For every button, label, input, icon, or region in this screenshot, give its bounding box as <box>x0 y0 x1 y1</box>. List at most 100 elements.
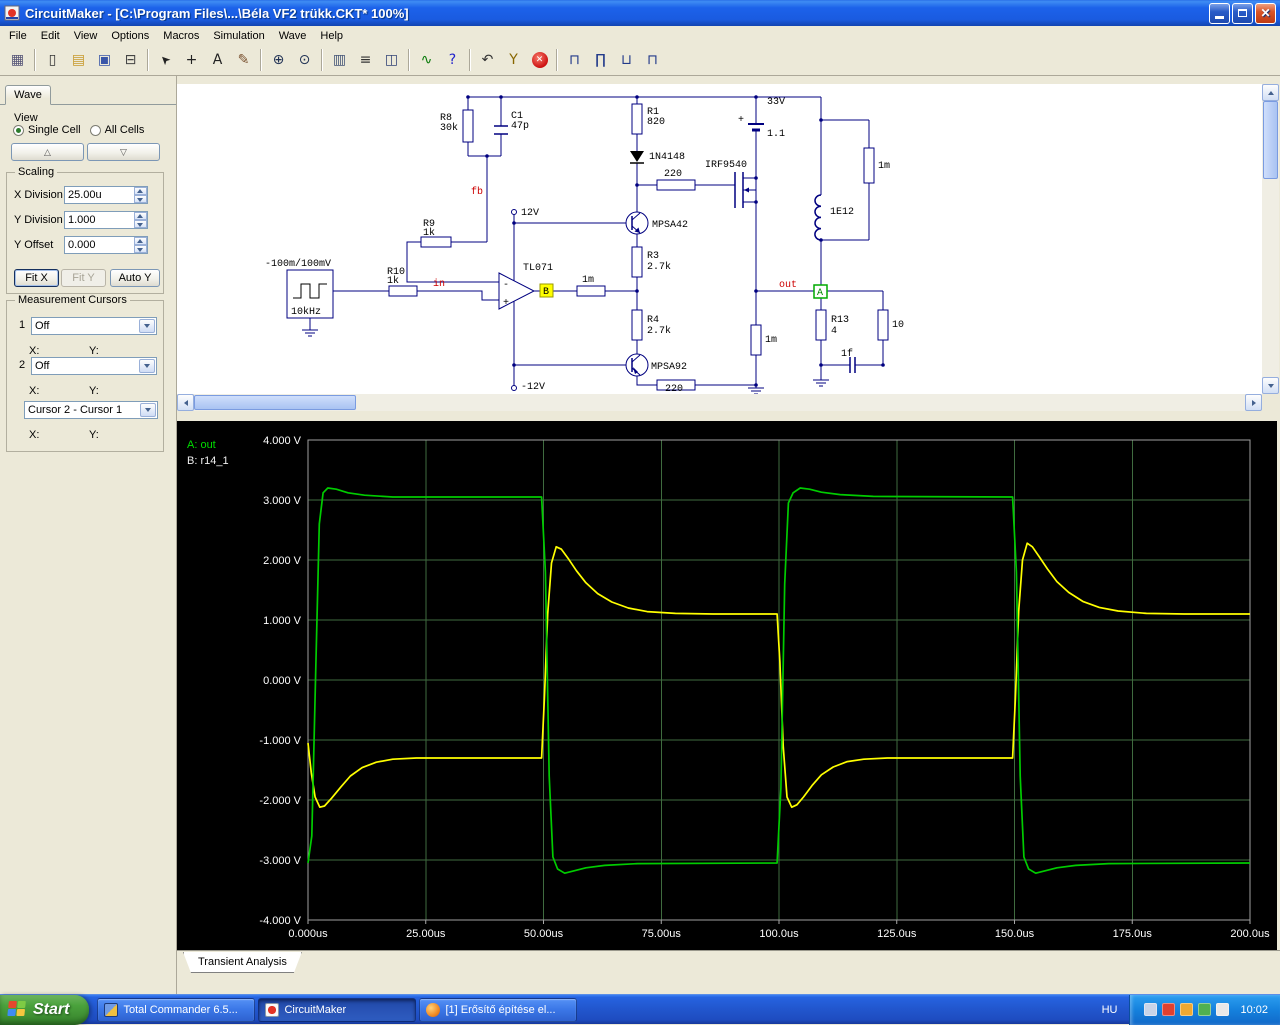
auto-y-button[interactable]: Auto Y <box>110 269 160 287</box>
toolbar-separator <box>260 49 262 71</box>
cursor-diff-dropdown-icon[interactable] <box>140 403 156 417</box>
start-label: Start <box>33 1000 70 1018</box>
scroll-down-arrow[interactable] <box>1262 377 1279 394</box>
close-button[interactable]: ✕ <box>1255 2 1276 24</box>
waveform-chart: 0.000us 25.00us 50.00us 75.00us 100.0us 125.0… <box>187 435 1270 940</box>
y-tick-label: 1.000 V <box>263 615 302 627</box>
menu-edit[interactable]: Edit <box>34 27 67 45</box>
title-bar: CircuitMaker - [C:\Program Files\...\Bél… <box>0 0 1280 26</box>
cursor-2-index: 2 <box>19 359 26 371</box>
digital-display-3-button[interactable]: ⊔ <box>614 48 639 72</box>
cell-up-button[interactable]: △ <box>11 143 84 161</box>
place-part-button[interactable]: + <box>179 48 204 72</box>
schematic-vertical-scrollbar[interactable] <box>1262 84 1279 394</box>
split-view-button[interactable]: ◫ <box>379 48 404 72</box>
tray-icon-4[interactable] <box>1198 1003 1212 1016</box>
restore-button[interactable] <box>1232 2 1253 24</box>
x-tick-label: 200.0us <box>1230 928 1270 940</box>
toolbar: ▦ ▯ ▤ ▣ ⊟ ➤ + A ✎ ⊕ ⊙ ▥ ≡ ◫ ∿? ↶ Y ✕ ⊓ ∏ ⊔ ⊓ <box>0 45 1280 76</box>
cursor-2-x-label: X: <box>29 385 40 397</box>
reset-button[interactable]: ↶ <box>475 48 500 72</box>
taskbar-button-circuitmaker[interactable]: CircuitMaker <box>258 997 417 1022</box>
browser-icon <box>426 1002 441 1017</box>
scroll-right-arrow[interactable] <box>1245 394 1262 411</box>
y-division-spin-down[interactable] <box>134 220 147 228</box>
plus-12v-terminal <box>511 209 517 215</box>
radio-all-cells[interactable]: All Cells <box>89 124 144 136</box>
horizontal-scroll-thumb[interactable] <box>194 395 356 410</box>
windows-logo-icon <box>7 1001 28 1018</box>
radio-single-cell[interactable]: Single Cell <box>13 124 81 136</box>
menu-wave[interactable]: Wave <box>272 27 314 45</box>
vertical-scroll-thumb[interactable] <box>1263 101 1278 179</box>
legend-b-r14-1: B: r14_1 <box>187 455 229 467</box>
zoom-in-out-icon: ⊕ <box>272 52 285 68</box>
fit-y-button: Fit Y <box>61 269 106 287</box>
cell-down-button[interactable]: ▽ <box>87 143 160 161</box>
tray-icon-3[interactable] <box>1180 1003 1194 1016</box>
taskbar: Start Total Commander 6.5... CircuitMaker… <box>0 994 1280 1025</box>
start-button[interactable]: Start <box>0 994 90 1025</box>
text-tool-button[interactable]: A <box>205 48 230 72</box>
cursor-2-dropdown-icon[interactable] <box>139 359 155 373</box>
taskbar-button-total-commander-6-5[interactable]: Total Commander 6.5... <box>97 997 256 1022</box>
fit-x-button[interactable]: Fit X <box>14 269 59 287</box>
scroll-left-arrow[interactable] <box>177 394 194 411</box>
digital-display-1-button[interactable]: ⊓ <box>562 48 587 72</box>
toolbar-separator <box>34 49 36 71</box>
components-button[interactable]: ▦ <box>5 48 30 72</box>
select-tool-button[interactable]: ➤ <box>153 48 178 72</box>
find-part-button[interactable]: ▥ <box>327 48 352 72</box>
tab-transient-analysis[interactable]: Transient Analysis <box>183 952 302 973</box>
digital-display-2-button[interactable]: ∏ <box>588 48 613 72</box>
tray-icon-1[interactable] <box>1144 1003 1158 1016</box>
schematic-label: 1m <box>878 161 890 172</box>
schematic-horizontal-scrollbar[interactable] <box>177 394 1262 411</box>
zoom-in-out-button[interactable]: ⊕ <box>266 48 291 72</box>
x-division-spin-down[interactable] <box>134 195 147 203</box>
wire-tool-button[interactable]: ✎ <box>231 48 256 72</box>
minimize-button[interactable] <box>1209 2 1230 24</box>
zoom-tool-button[interactable]: ⊙ <box>292 48 317 72</box>
schematic-label: - <box>503 280 509 291</box>
schematic-label: B <box>543 287 549 298</box>
scroll-up-arrow[interactable] <box>1262 84 1279 101</box>
print-button[interactable]: ⊟ <box>118 48 143 72</box>
tab-wave[interactable]: Wave <box>5 85 51 105</box>
toolbar-separator <box>321 49 323 71</box>
schematic-label: 2.7k <box>647 261 671 273</box>
menu-help[interactable]: Help <box>313 27 350 45</box>
y-offset-spin-up[interactable] <box>134 237 147 245</box>
report-icon: ≡ <box>359 52 372 68</box>
probe-button[interactable]: Y <box>501 48 526 72</box>
cursor-2-select[interactable]: Off <box>31 357 157 375</box>
save-button[interactable]: ▣ <box>92 48 117 72</box>
menu-macros[interactable]: Macros <box>156 27 206 45</box>
schematic-label: 820 <box>647 117 665 128</box>
y-division-spin-up[interactable] <box>134 212 147 220</box>
language-indicator[interactable]: HU <box>1090 1004 1130 1016</box>
cursor-1-value: Off <box>35 320 50 332</box>
menu-view[interactable]: View <box>67 27 105 45</box>
taskbar-button-1-er-s-t-p-t-se-el[interactable]: [1] Erősítő építése el... <box>419 997 578 1022</box>
digital-display-4-button[interactable]: ⊓ <box>640 48 665 72</box>
report-button[interactable]: ≡ <box>353 48 378 72</box>
schematic-canvas[interactable]: R8 30k C1 47p R1 820 33V +1.1 1N4148 220 IRF9540 fb… <box>177 84 1262 395</box>
run-analysis-button[interactable]: ∿ <box>414 48 439 72</box>
menu-file[interactable]: File <box>2 27 34 45</box>
cursor-1-dropdown-icon[interactable] <box>139 319 155 333</box>
y-offset-spin-down[interactable] <box>134 245 147 253</box>
cursor-1-select[interactable]: Off <box>31 317 157 335</box>
stop-button[interactable]: ✕ <box>527 48 552 72</box>
cursor-diff-select[interactable]: Cursor 2 - Cursor 1 <box>24 401 158 419</box>
tray-icon-2[interactable] <box>1162 1003 1176 1016</box>
menu-options[interactable]: Options <box>104 27 156 45</box>
new-file-button[interactable]: ▯ <box>40 48 65 72</box>
schematic-label: MPSA42 <box>652 220 688 231</box>
x-division-spin-up[interactable] <box>134 187 147 195</box>
x-division-label: X Division <box>14 189 63 201</box>
help-button[interactable]: ? <box>440 48 465 72</box>
open-file-button[interactable]: ▤ <box>66 48 91 72</box>
volume-icon[interactable] <box>1216 1003 1230 1016</box>
menu-simulation[interactable]: Simulation <box>206 27 271 45</box>
